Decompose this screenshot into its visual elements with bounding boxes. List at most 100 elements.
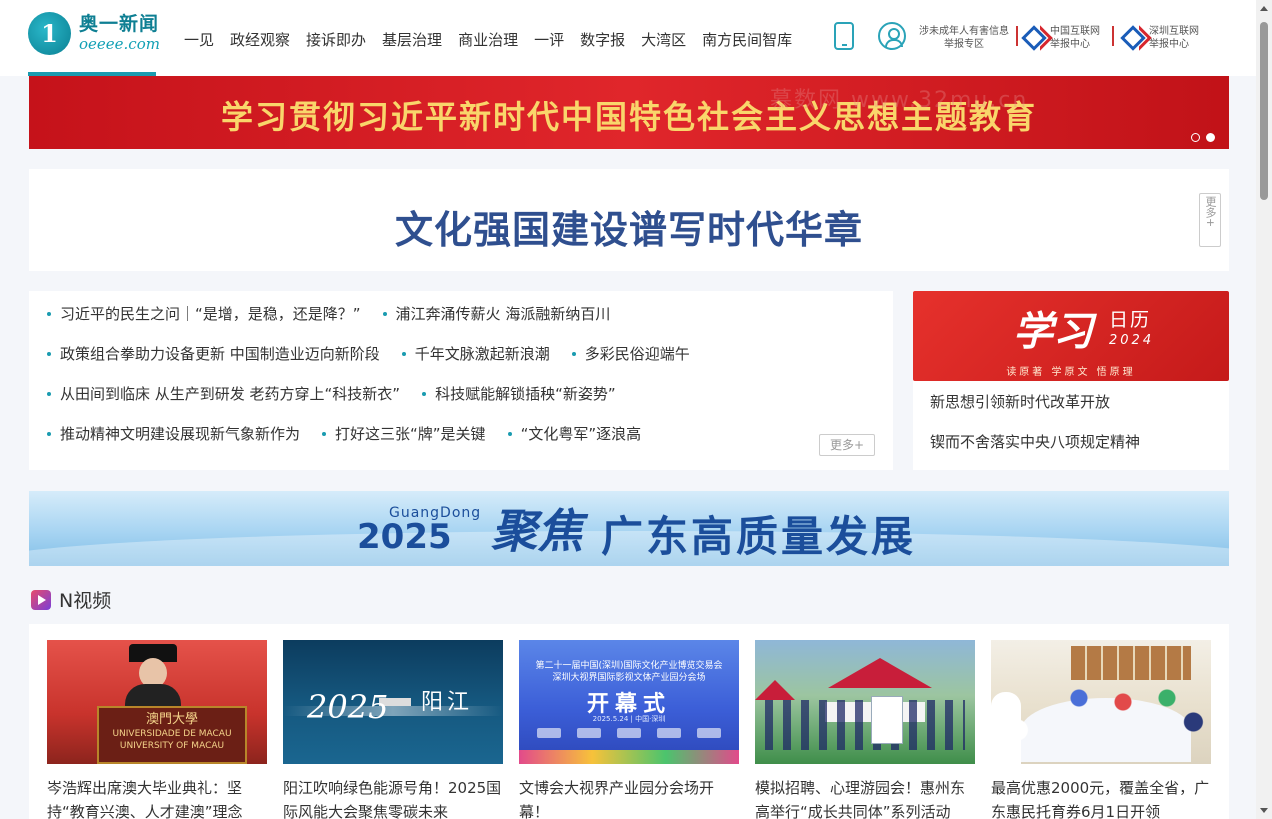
news-title: 千年文脉激起新浪潮 — [414, 345, 550, 363]
video-card[interactable]: 澳門大學 UNIVERSIDADE DE MACAU UNIVERSITY OF… — [47, 640, 267, 819]
nav-item-jiceng[interactable]: 基层治理 — [382, 29, 442, 50]
news-title: 多彩民俗迎端午 — [584, 345, 690, 363]
bullet-icon — [571, 351, 576, 356]
nav-item-yijian[interactable]: 一见 — [184, 29, 214, 50]
logo-text: 奥一新闻 oeeee.com — [79, 15, 160, 52]
news-title: 推动精神文明建设展现新气象新作为 — [60, 425, 301, 443]
gd-banner-year: 2025 — [357, 517, 452, 557]
sz-report-line1: 深圳互联网 — [1149, 26, 1199, 37]
user-account-icon[interactable] — [878, 22, 906, 50]
news-list: 习近平的民生之问｜“是增，是稳，还是降？” 浦江奔涌传薪火 海派融新纳百川 政策… — [29, 291, 893, 470]
nav-item-zhengjing[interactable]: 政经观察 — [230, 29, 290, 50]
video-title[interactable]: 模拟招聘、心理游园会！惠州东高举行“成长共同体”系列活动 — [755, 776, 975, 819]
news-item[interactable]: 打好这三张“牌”是关键 — [322, 423, 486, 444]
bullet-icon — [401, 351, 406, 356]
news-more-button[interactable]: 更多+ — [819, 434, 875, 456]
podium-text-pt: UNIVERSIDADE DE MACAU — [112, 729, 232, 739]
scroll-thumb[interactable] — [1260, 22, 1268, 200]
news-item[interactable]: 科技赋能解锁插秧“新姿势” — [422, 383, 616, 404]
scroll-up-arrow-icon[interactable] — [1260, 6, 1268, 11]
video-card[interactable]: 模拟招聘、心理游园会！惠州东高举行“成长共同体”系列活动 — [755, 640, 975, 819]
china-report-link[interactable]: 中国互联网 举报中心 — [1050, 25, 1100, 51]
study-link[interactable]: 新思想引领新时代改革开放 — [930, 391, 1110, 412]
mobile-phone-icon[interactable] — [834, 22, 854, 50]
video-thumbnail[interactable]: 2025 阳江 — [283, 640, 503, 764]
news-row: 政策组合拳助力设备更新 中国制造业迈向新阶段 千年文脉激起新浪潮 多彩民俗迎端午 — [47, 343, 712, 364]
news-row: 推动精神文明建设展现新气象新作为 打好这三张“牌”是关键 “文化粤军”逐浪高 — [47, 423, 663, 444]
guangdong-development-banner[interactable]: GuangDong 2025 聚焦 广东高质量发展 — [29, 491, 1229, 566]
study-calendar-banner[interactable]: 学习 日历 2024 读原著 学原文 悟原理 — [913, 291, 1229, 381]
site-logo[interactable]: 1 奥一新闻 oeeee.com — [28, 12, 160, 55]
podium-text: 澳門大學 UNIVERSIDADE DE MACAU UNIVERSITY OF… — [99, 708, 245, 752]
news-item[interactable]: 多彩民俗迎端午 — [571, 343, 690, 364]
headline-more-button[interactable]: 更多+ — [1199, 193, 1221, 247]
bullet-icon — [382, 311, 387, 316]
signboard — [871, 696, 903, 744]
news-item[interactable]: 政策组合拳助力设备更新 中国制造业迈向新阶段 — [47, 343, 380, 364]
carousel-dot-active[interactable] — [1206, 133, 1215, 142]
news-item[interactable]: 浦江奔涌传薪火 海派融新纳百川 — [382, 303, 611, 324]
video-card[interactable]: 第二十一届中国(深圳)国际文化产业博览交易会 深圳大视界国际影视文体产业园分会场… — [519, 640, 739, 819]
bullet-icon — [47, 311, 51, 316]
video-thumbnail[interactable]: 第二十一届中国(深圳)国际文化产业博览交易会 深圳大视界国际影视文体产业园分会场… — [519, 640, 739, 764]
china-report-line2: 举报中心 — [1050, 39, 1090, 50]
nav-item-dawanqu[interactable]: 大湾区 — [641, 29, 686, 50]
site-header: 1 奥一新闻 oeeee.com 一见 政经观察 接诉即办 基层治理 商业治理 … — [0, 0, 1256, 76]
minor-report-line2: 举报专区 — [944, 39, 984, 50]
gd-banner-title: 广东高质量发展 — [601, 512, 917, 561]
study-link[interactable]: 锲而不舍落实中央八项规定精神 — [930, 431, 1140, 452]
video-card[interactable]: 最高优惠2000元，覆盖全省，广东惠民托育券6月1日开领 — [991, 640, 1211, 819]
thumb-year: 2025 — [307, 688, 389, 726]
sz-report-line2: 举报中心 — [1149, 39, 1189, 50]
scroll-down-arrow-icon[interactable] — [1260, 808, 1268, 813]
thumb-event-line2: 深圳大视界国际影视文体产业园分会场 — [552, 673, 706, 683]
tent — [755, 680, 795, 700]
video-thumbnail[interactable]: 澳門大學 UNIVERSIDADE DE MACAU UNIVERSITY OF… — [47, 640, 267, 764]
news-title: 科技赋能解锁插秧“新姿势” — [435, 385, 616, 403]
video-title[interactable]: 岑浩辉出席澳大毕业典礼：坚持“教育兴澳、人才建澳”理念 — [47, 776, 267, 819]
students — [765, 700, 965, 750]
news-title: 打好这三张“牌”是关键 — [335, 425, 486, 443]
video-thumbnail[interactable] — [755, 640, 975, 764]
video-title[interactable]: 最高优惠2000元，覆盖全省，广东惠民托育券6月1日开领 — [991, 776, 1211, 819]
nav-item-jiesu[interactable]: 接诉即办 — [306, 29, 366, 50]
news-title: 浦江奔涌传薪火 海派融新纳百川 — [395, 305, 611, 323]
bullet-icon — [47, 431, 51, 436]
news-item[interactable]: 从田间到临床 从生产到研发 老药方穿上“科技新衣” — [47, 383, 400, 404]
shenzhen-report-logo-icon — [1124, 27, 1144, 45]
children — [991, 674, 1211, 754]
shenzhen-report-link[interactable]: 深圳互联网 举报中心 — [1149, 25, 1199, 51]
carousel-dots — [1191, 133, 1215, 142]
china-report-logo-icon — [1025, 27, 1045, 45]
main-nav: 一见 政经观察 接诉即办 基层治理 商业治理 一评 数字报 大湾区 南方民间智库 — [184, 29, 808, 50]
watermark: 慕数网 www.32mu.cn — [770, 88, 1029, 113]
page-scrollbar[interactable] — [1256, 0, 1272, 819]
n-video-icon — [31, 589, 51, 610]
minor-report-link[interactable]: 涉未成年人有害信息 举报专区 — [916, 25, 1012, 51]
sponsor-logos — [529, 728, 729, 746]
news-item[interactable]: 习近平的民生之问｜“是增，是稳，还是降？” — [47, 303, 361, 324]
video-title[interactable]: 阳江吹响绿色能源号角！2025国际风能大会聚焦零碳未来 — [283, 776, 503, 819]
carousel-dot[interactable] — [1191, 133, 1200, 142]
theme-education-banner[interactable]: 学习贯彻习近平新时代中国特色社会主义思想主题教育 — [29, 76, 1229, 149]
teacher — [991, 692, 1021, 764]
headline-title[interactable]: 文化强国建设谱写时代华章 — [29, 199, 1229, 254]
video-section-title[interactable]: N视频 — [59, 586, 111, 613]
bullet-icon — [47, 351, 51, 356]
news-item[interactable]: 推动精神文明建设展现新气象新作为 — [47, 423, 300, 444]
china-report-line1: 中国互联网 — [1050, 26, 1100, 37]
video-thumbnail[interactable] — [991, 640, 1211, 764]
tent — [828, 658, 932, 688]
gd-banner-focus: 聚焦 — [491, 504, 583, 558]
nav-item-shangye[interactable]: 商业治理 — [458, 29, 518, 50]
nav-item-yiping[interactable]: 一评 — [534, 29, 564, 50]
video-card[interactable]: 2025 阳江 阳江吹响绿色能源号角！2025国际风能大会聚焦零碳未来 — [283, 640, 503, 819]
news-row: 习近平的民生之问｜“是增，是稳，还是降？” 浦江奔涌传薪火 海派融新纳百川 — [47, 303, 632, 324]
nav-item-shuzibao[interactable]: 数字报 — [580, 29, 625, 50]
bullet-icon — [507, 431, 512, 436]
news-item[interactable]: 千年文脉激起新浪潮 — [401, 343, 550, 364]
news-item[interactable]: “文化粤军”逐浪高 — [507, 423, 641, 444]
video-title[interactable]: 文博会大视界产业园分会场开幕！ — [519, 776, 739, 819]
nav-item-zhiku[interactable]: 南方民间智库 — [702, 29, 792, 50]
study-title: 学习 — [1013, 308, 1093, 355]
